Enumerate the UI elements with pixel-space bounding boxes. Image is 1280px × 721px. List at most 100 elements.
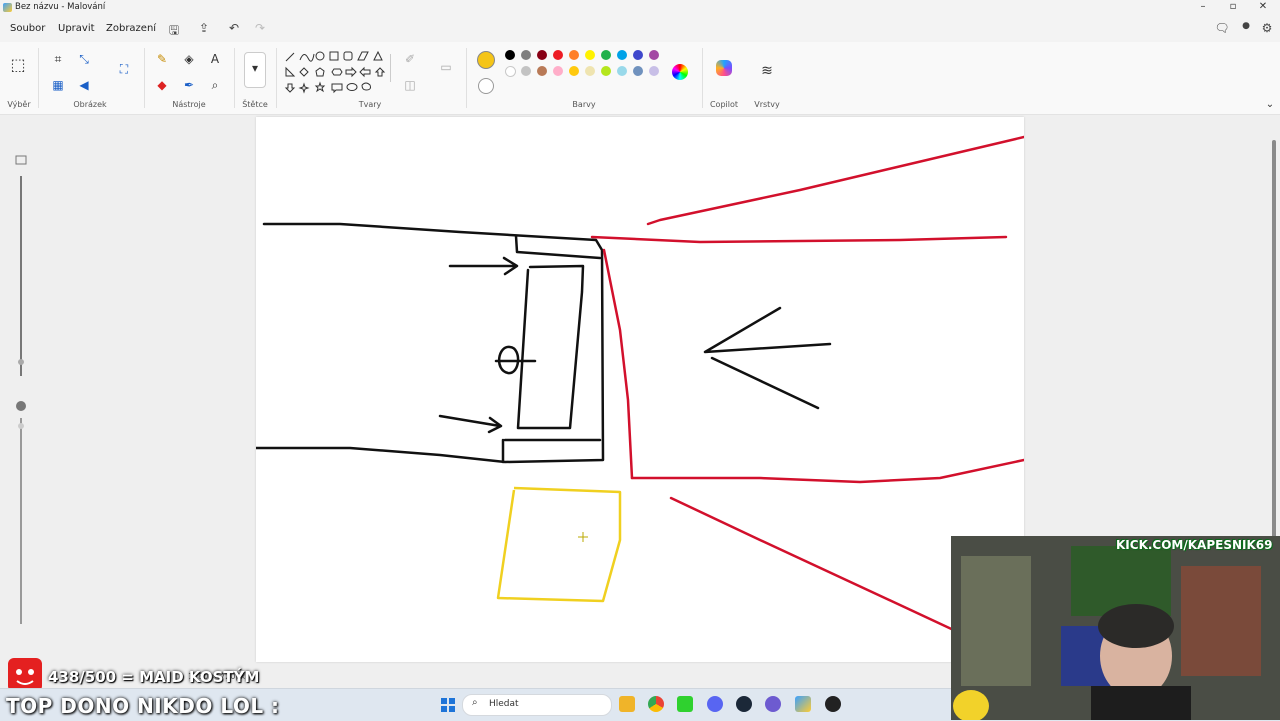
zoom-slider-panel[interactable] — [8, 150, 34, 630]
black-circle-mark-stroke — [494, 345, 537, 375]
palette-swatch[interactable] — [585, 66, 595, 76]
settings-gear-icon[interactable]: ⚙ — [1259, 21, 1275, 35]
obs-icon[interactable] — [825, 696, 841, 712]
feedback-icon[interactable]: 🗨 — [1214, 21, 1230, 35]
shapes-gallery[interactable] — [282, 48, 392, 96]
shape-arrow-left-icon — [359, 66, 371, 78]
palette-swatch[interactable] — [569, 66, 579, 76]
drawing-canvas[interactable] — [256, 117, 1024, 662]
primary-color-swatch[interactable] — [477, 51, 495, 69]
shape-arrow-right-icon — [345, 66, 357, 78]
redo-icon[interactable]: ↷ — [252, 21, 268, 35]
rotate-icon[interactable]: ▦ — [50, 78, 66, 92]
group-label-selection: Výběr — [7, 100, 31, 109]
magnifier-icon[interactable]: ⌕ — [207, 78, 223, 92]
share-icon[interactable]: ⇪ — [196, 21, 212, 35]
select-rectangle-icon[interactable]: ⬚ — [10, 57, 26, 73]
red-vertical-stroke — [602, 248, 634, 480]
title-bar: Bez názvu - Malování – ▫ ✕ — [0, 0, 1280, 16]
chrome-icon[interactable] — [648, 696, 664, 712]
palette-swatch[interactable] — [633, 66, 643, 76]
secondary-color-swatch[interactable] — [478, 78, 494, 94]
palette-swatch[interactable] — [585, 50, 595, 60]
palette-swatch[interactable] — [553, 50, 563, 60]
shape-callout-oval-icon — [346, 83, 358, 91]
vertical-scrollbar[interactable] — [1272, 140, 1276, 540]
divider — [144, 48, 145, 108]
shape-right-triangle-icon — [285, 66, 296, 77]
windows-start-icon[interactable] — [441, 697, 455, 712]
window-title: Bez názvu - Malování — [15, 2, 106, 12]
paint-taskbar-icon[interactable] — [795, 696, 811, 712]
shape-fill-icon[interactable]: ◫ — [402, 78, 418, 92]
palette-swatch[interactable] — [649, 66, 659, 76]
copilot-icon[interactable] — [716, 60, 732, 76]
steam-icon[interactable] — [736, 696, 752, 712]
red-upper-diagonal-stroke — [646, 135, 1024, 226]
menu-zobrazeni[interactable]: Zobrazení — [106, 23, 156, 34]
save-icon[interactable]: 🖫 — [166, 21, 182, 42]
black-arrow-bottom-stroke — [438, 414, 503, 434]
edit-colors-icon[interactable] — [672, 64, 688, 80]
shape-star4-icon — [298, 82, 310, 94]
shape-curve-icon — [299, 53, 315, 62]
palette-swatch[interactable] — [553, 66, 563, 76]
eraser-icon[interactable]: ◆ — [154, 78, 170, 92]
palette-swatch[interactable] — [649, 50, 659, 60]
settings-app-icon[interactable] — [765, 696, 781, 712]
discord-icon[interactable] — [707, 696, 723, 712]
kick-app-icon[interactable] — [677, 696, 693, 712]
menu-bar: Soubor Upravit Zobrazení 🖫 ⇪ ↶ ↷ 🗨 ● ⚙ — [0, 16, 1280, 42]
brush-icon: ▾ — [251, 61, 259, 75]
pencil-icon[interactable]: ✎ — [154, 52, 170, 66]
shape-hexagon-icon — [331, 68, 343, 76]
shape-outline-icon[interactable]: ✐ — [402, 52, 418, 66]
layers-icon[interactable]: ≋ — [759, 64, 775, 78]
palette-swatch[interactable] — [521, 66, 531, 76]
palette-swatch[interactable] — [521, 50, 531, 60]
group-label-shapes: Tvary — [358, 100, 382, 109]
shape-size-icon[interactable]: ▭ — [438, 60, 454, 74]
maximize-icon[interactable]: ▫ — [1218, 0, 1248, 14]
text-icon[interactable]: A — [207, 52, 223, 66]
shape-pentagon-icon — [315, 67, 325, 77]
image-select-icon[interactable]: ⛶ — [116, 62, 132, 76]
group-label-brushes: Štětce — [242, 100, 268, 109]
account-icon[interactable]: ● — [1238, 21, 1254, 31]
flip-icon[interactable]: ◀ — [76, 78, 92, 92]
palette-swatch[interactable] — [601, 66, 611, 76]
minimize-icon[interactable]: – — [1188, 0, 1218, 14]
crop-icon[interactable]: ⌗ — [50, 52, 66, 66]
menu-soubor[interactable]: Soubor — [10, 23, 45, 34]
palette-swatch[interactable] — [569, 50, 579, 60]
taskbar-search-input[interactable] — [462, 694, 612, 716]
close-icon[interactable]: ✕ — [1248, 0, 1278, 14]
shape-arrow-up-icon — [374, 67, 386, 77]
group-label-layers: Vrstvy — [754, 100, 780, 109]
palette-swatch[interactable] — [601, 50, 611, 60]
resize-icon[interactable]: ⤡ — [76, 52, 92, 66]
group-label-image: Obrázek — [73, 100, 107, 109]
divider — [38, 48, 39, 108]
color-picker-icon[interactable]: ✒ — [181, 78, 197, 92]
brush-selector-button[interactable]: ▾ — [244, 52, 266, 88]
shape-oval-icon — [315, 51, 325, 61]
black-inner-rect-stroke — [516, 264, 585, 430]
collapse-ribbon-icon[interactable]: ⌄ — [1262, 98, 1278, 112]
palette-swatch[interactable] — [537, 66, 547, 76]
palette-swatch[interactable] — [617, 66, 627, 76]
menu-upravit[interactable]: Upravit — [58, 23, 95, 34]
palette-swatch[interactable] — [537, 50, 547, 60]
stream-overlay-message: TOP DONO NIKDO LOL : — [6, 694, 280, 718]
slider-top-icon — [15, 155, 27, 165]
search-icon: ⌕ — [472, 697, 478, 708]
undo-icon[interactable]: ↶ — [226, 21, 242, 35]
fill-bucket-icon[interactable]: ◈ — [181, 52, 197, 66]
palette-swatch[interactable] — [633, 50, 643, 60]
file-explorer-icon[interactable] — [619, 696, 635, 712]
palette-swatch[interactable] — [505, 66, 516, 77]
palette-swatch[interactable] — [505, 50, 515, 60]
shape-rounded-rect-icon — [343, 51, 353, 61]
palette-swatch[interactable] — [617, 50, 627, 60]
divider — [702, 48, 703, 108]
